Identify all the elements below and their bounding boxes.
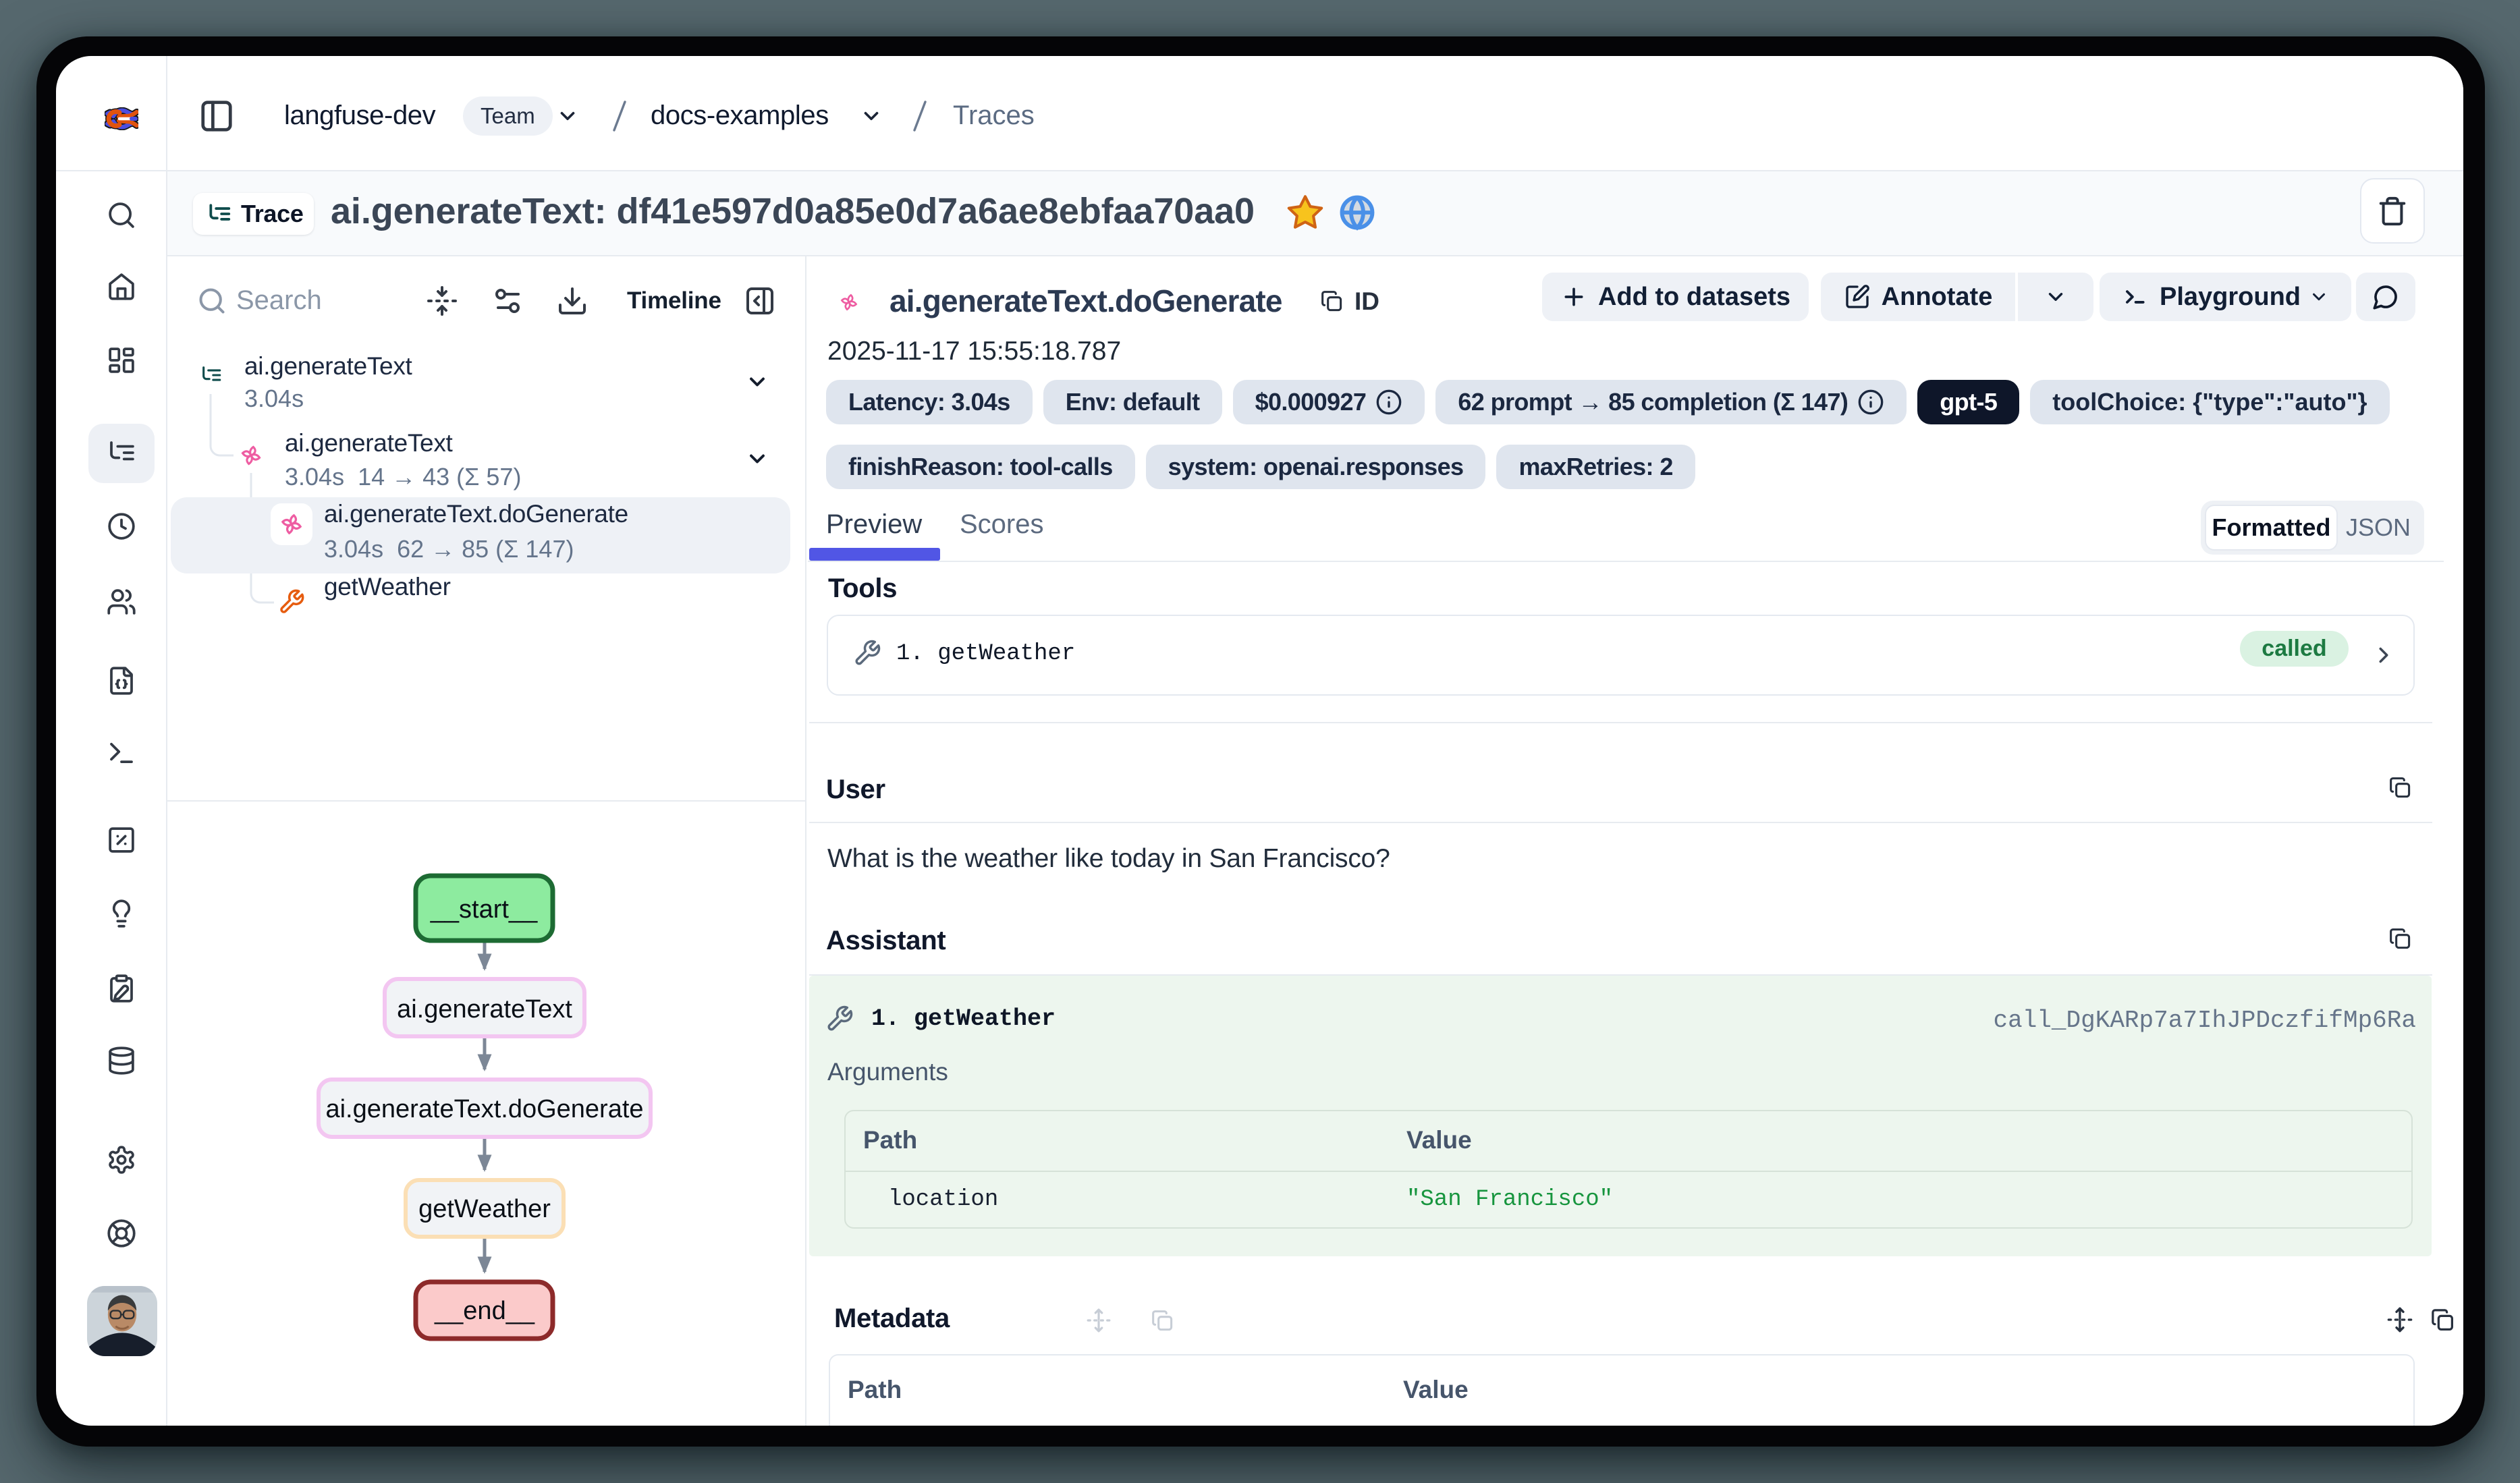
svg-text:ai.generateText: ai.generateText bbox=[397, 995, 572, 1024]
svg-text:__end__: __end__ bbox=[434, 1297, 535, 1325]
svg-text:__start__: __start__ bbox=[430, 895, 538, 924]
svg-text:getWeather: getWeather bbox=[418, 1195, 551, 1223]
svg-text:ai.generateText.doGenerate: ai.generateText.doGenerate bbox=[325, 1095, 643, 1123]
